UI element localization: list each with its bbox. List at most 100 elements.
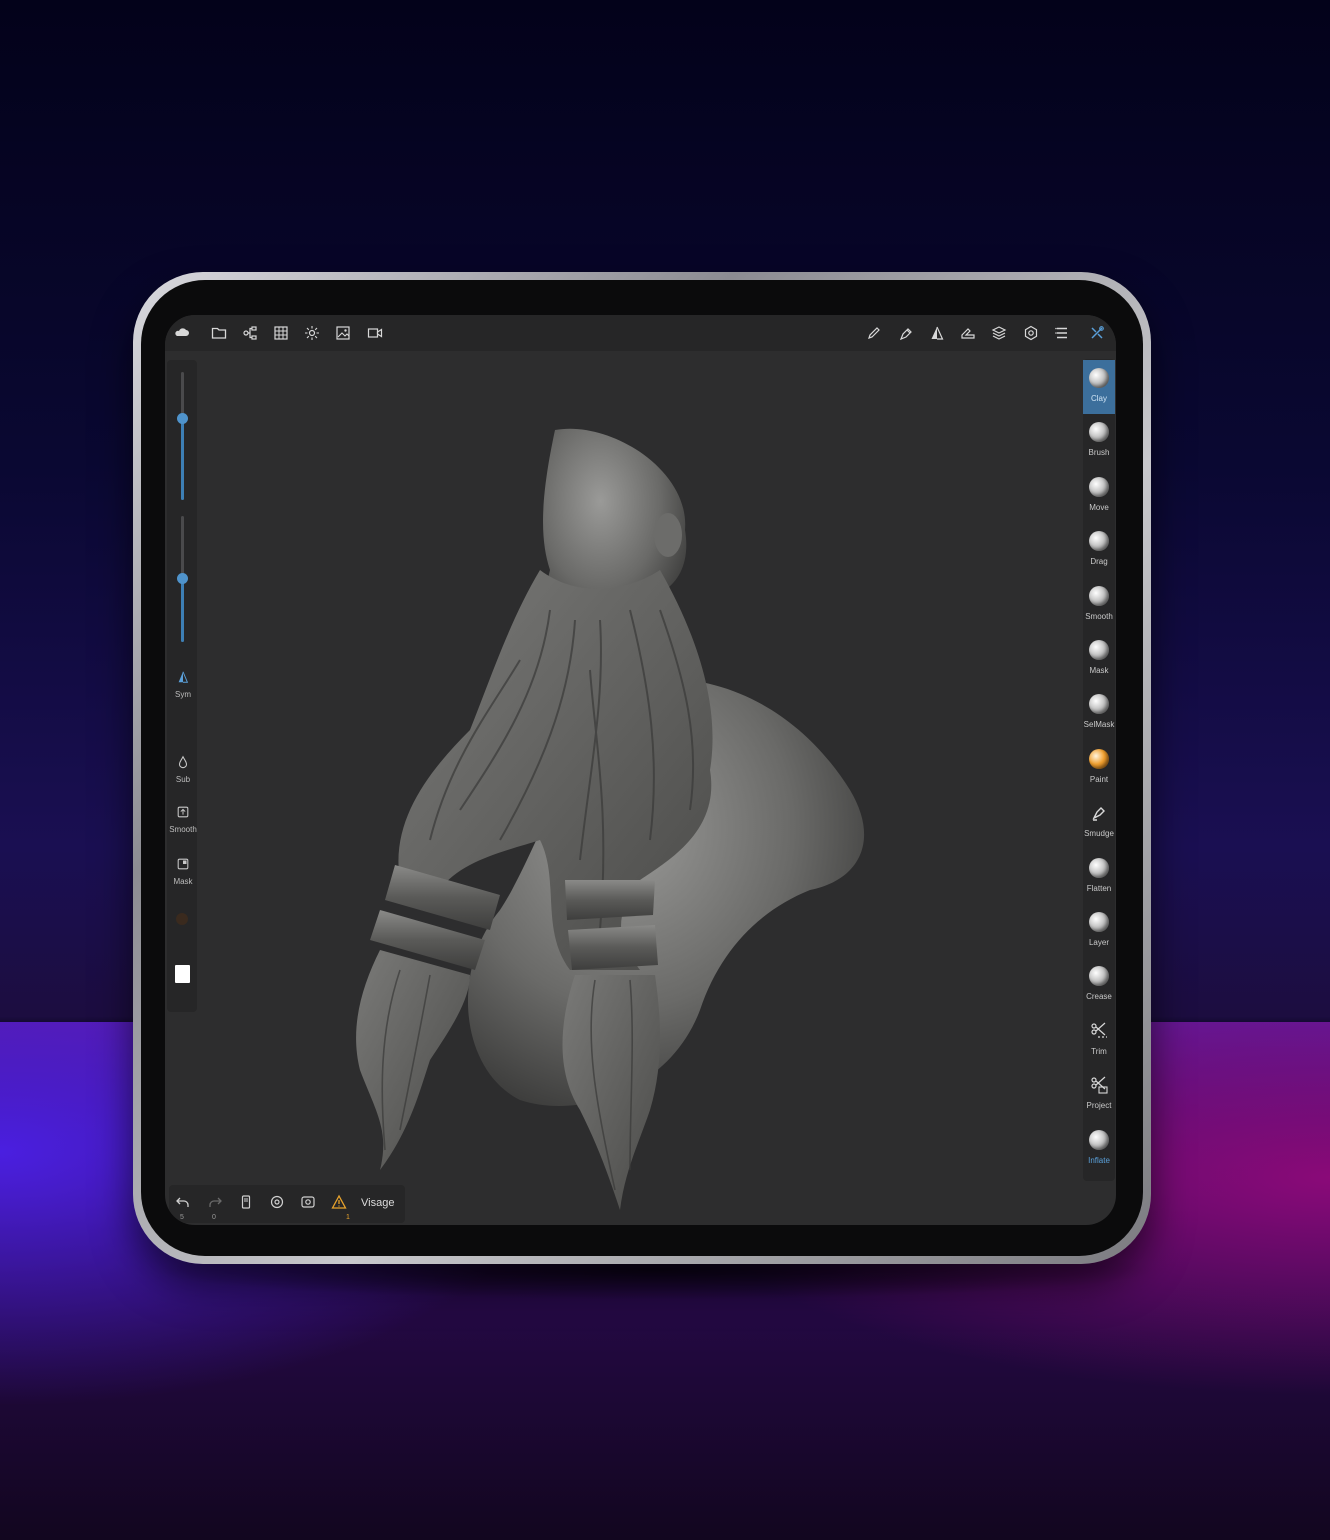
brush-sphere-icon <box>1089 640 1109 660</box>
brush-sphere-icon <box>1089 476 1109 497</box>
scene-tree-icon[interactable] <box>238 321 262 345</box>
tool-label: Paint <box>1089 774 1109 784</box>
tool-label: Trim <box>1091 1046 1107 1056</box>
tool-brush[interactable]: Brush <box>1083 414 1115 468</box>
tool-crease[interactable]: Crease <box>1083 958 1115 1012</box>
cloud-icon[interactable] <box>170 321 194 345</box>
mask-toggle[interactable]: Mask <box>167 857 199 886</box>
trim-icon <box>1089 1021 1109 1041</box>
tool-move[interactable]: Move <box>1083 469 1115 523</box>
tools-icon[interactable] <box>1085 321 1109 345</box>
tool-label: Crease <box>1086 992 1112 1002</box>
sym-toggle[interactable]: Sym <box>167 670 199 699</box>
redo-button[interactable] <box>207 1194 227 1214</box>
redo-count: 0 <box>212 1214 216 1221</box>
bottom-bar: 5 0 1 Visage <box>169 1185 405 1223</box>
video-icon[interactable] <box>363 321 387 345</box>
app-screen: Sym Sub Smooth Mask Clay Brush Move Drag… <box>165 315 1116 1225</box>
tool-trim[interactable]: Trim <box>1083 1013 1115 1067</box>
folder-icon[interactable] <box>207 321 231 345</box>
light-icon[interactable] <box>300 321 324 345</box>
mask-label: Mask <box>173 877 193 886</box>
camera-icon <box>270 1195 284 1209</box>
smudge-icon <box>1089 803 1109 823</box>
tool-paint[interactable]: Paint <box>1083 741 1115 795</box>
tool-label: Flatten <box>1086 883 1112 893</box>
tool-label: Project <box>1086 1101 1112 1111</box>
brush-sphere-icon <box>1089 912 1109 932</box>
pen-icon[interactable] <box>894 321 918 345</box>
settings-icon[interactable] <box>1019 321 1043 345</box>
menu-icon[interactable] <box>1050 321 1074 345</box>
tool-label: Brush <box>1088 448 1110 458</box>
smooth-box-icon <box>177 806 189 818</box>
image-icon[interactable] <box>331 321 355 345</box>
tool-clay[interactable]: Clay <box>1083 360 1115 414</box>
undo-button[interactable] <box>175 1194 195 1214</box>
sculpt-viewport[interactable] <box>340 410 900 1220</box>
brush-sphere-icon <box>1089 368 1109 388</box>
brush-sphere-icon <box>1089 1129 1109 1150</box>
tool-label: Drag <box>1090 557 1108 567</box>
tool-mask[interactable]: Mask <box>1083 632 1115 686</box>
sym-label: Sym <box>175 690 191 699</box>
paint-sphere-icon <box>1089 748 1109 769</box>
tool-smudge[interactable]: Smudge <box>1083 795 1115 849</box>
sub-toggle[interactable]: Sub <box>167 755 199 784</box>
tool-inflate[interactable]: Inflate <box>1083 1122 1115 1176</box>
sub-label: Sub <box>175 775 191 784</box>
tool-drag[interactable]: Drag <box>1083 523 1115 577</box>
brush-sphere-icon <box>1089 422 1109 443</box>
radius-slider-fill <box>181 418 184 500</box>
object-name[interactable]: Visage <box>361 1197 394 1209</box>
camera-button[interactable] <box>269 1194 289 1214</box>
undo-count: 5 <box>180 1214 184 1221</box>
tool-label: Mask <box>1089 666 1109 675</box>
tool-label: Clay <box>1090 394 1107 403</box>
tool-flatten[interactable]: Flatten <box>1083 850 1115 904</box>
mask-box-icon <box>177 858 189 870</box>
warning-count: 1 <box>346 1214 350 1221</box>
ear-shape <box>654 513 682 557</box>
top-toolbar <box>165 315 1116 351</box>
brush-sphere-icon <box>1089 966 1109 987</box>
redo-icon <box>209 1197 222 1207</box>
device-button[interactable] <box>238 1194 258 1214</box>
brush-sphere-icon <box>1089 531 1109 552</box>
brush-sphere-icon <box>1089 694 1109 715</box>
tool-label: SelMask <box>1083 720 1115 730</box>
tool-selmask[interactable]: SelMask <box>1083 686 1115 740</box>
undo-icon <box>176 1197 189 1207</box>
color-swatch[interactable] <box>175 965 190 983</box>
brush-sphere-icon <box>1089 585 1109 606</box>
tool-panel: Clay Brush Move Drag Smooth Mask SelMask Paint S… <box>1083 359 1115 1181</box>
tool-label: Inflate <box>1088 1155 1110 1165</box>
intensity-slider-knob[interactable] <box>177 573 188 584</box>
layers-icon[interactable] <box>987 321 1011 345</box>
brush-sphere-icon <box>1089 857 1109 878</box>
pencil-icon[interactable] <box>862 321 886 345</box>
radius-slider-knob[interactable] <box>177 413 188 424</box>
tool-label: Smudge <box>1084 829 1114 839</box>
tool-label: Move <box>1089 502 1109 512</box>
symmetry-icon <box>178 671 189 683</box>
tool-layer[interactable]: Layer <box>1083 904 1115 958</box>
material-dot[interactable] <box>176 913 188 925</box>
phone-icon <box>241 1195 251 1209</box>
smooth-toggle[interactable]: Smooth <box>167 805 199 834</box>
symmetry-icon[interactable] <box>925 321 949 345</box>
smooth-label: Smooth <box>169 825 197 834</box>
transform-icon[interactable] <box>956 321 980 345</box>
grid-icon[interactable] <box>269 321 293 345</box>
project-icon <box>1089 1075 1109 1095</box>
warning-button[interactable] <box>331 1194 351 1214</box>
screenshot-button[interactable] <box>300 1194 320 1214</box>
left-panel: Sym Sub Smooth Mask <box>167 360 197 1012</box>
drop-icon <box>178 755 188 769</box>
tool-label: Smooth <box>1085 611 1113 621</box>
tool-project[interactable]: Project <box>1083 1067 1115 1121</box>
screenshot-icon <box>301 1196 315 1208</box>
tool-smooth[interactable]: Smooth <box>1083 578 1115 632</box>
intensity-slider-fill <box>181 578 184 642</box>
warning-icon <box>331 1194 347 1209</box>
